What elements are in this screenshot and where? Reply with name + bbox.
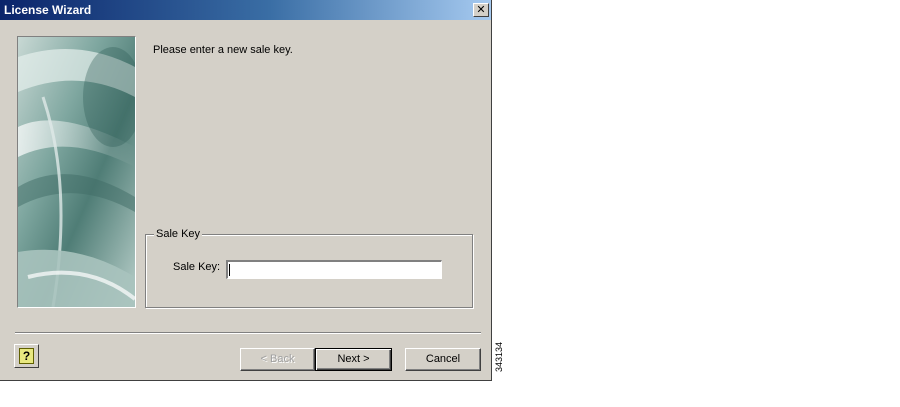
- license-wizard-dialog: License Wizard ✕ Please enter a new sale…: [0, 0, 492, 381]
- title-bar: License Wizard ✕: [0, 0, 491, 20]
- sale-key-input[interactable]: [226, 260, 442, 279]
- sale-key-groupbox: Sale Key Sale Key:: [145, 228, 473, 308]
- help-button[interactable]: ?: [14, 344, 39, 368]
- figure-id-label: 343134: [494, 341, 504, 372]
- screenshot-canvas: License Wizard ✕ Please enter a new sale…: [0, 0, 900, 407]
- back-button[interactable]: < Back: [240, 348, 315, 371]
- sale-key-label: Sale Key:: [173, 261, 221, 273]
- close-button[interactable]: ✕: [473, 3, 489, 17]
- cancel-button[interactable]: Cancel: [405, 348, 481, 371]
- close-icon: ✕: [476, 4, 486, 16]
- wizard-graphic: [17, 36, 136, 308]
- groupbox-legend: Sale Key: [154, 228, 203, 241]
- window-title: License Wizard: [4, 3, 92, 17]
- wizard-graphic-art: [18, 37, 135, 307]
- instruction-text: Please enter a new sale key.: [153, 44, 293, 56]
- button-separator: [15, 332, 481, 334]
- help-icon: ?: [19, 348, 34, 364]
- next-button[interactable]: Next >: [315, 348, 392, 371]
- text-caret: [229, 264, 230, 276]
